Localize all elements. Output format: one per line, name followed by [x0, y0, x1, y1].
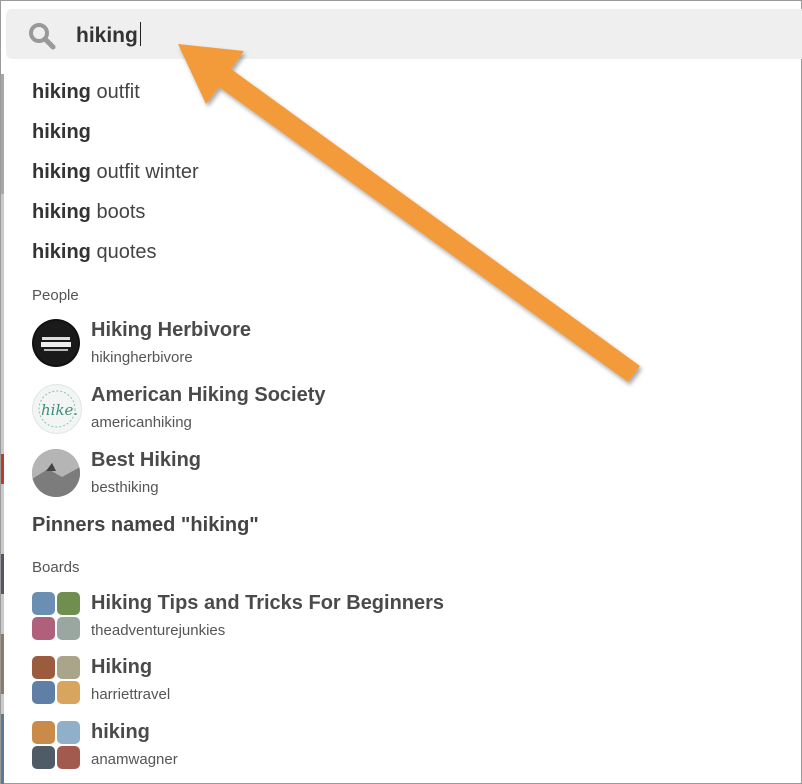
board-thumbnail-collage	[32, 592, 81, 641]
board-owner: harriettravel	[91, 686, 171, 703]
people-heading: People	[32, 287, 79, 304]
suggestion-item[interactable]: hiking outfit	[32, 81, 140, 104]
board-result[interactable]: Hiking Tips and Tricks For Beginners the…	[32, 592, 732, 642]
person-name: Best Hiking	[91, 449, 202, 471]
person-username: hikingherbivore	[91, 349, 193, 366]
suggestion-item[interactable]: hiking boots	[32, 201, 145, 224]
person-name: Hiking Herbivore	[91, 319, 252, 341]
board-owner: theadventurejunkies	[91, 622, 226, 639]
person-result[interactable]: Hiking Herbivore hikingherbivore	[32, 319, 732, 369]
board-result[interactable]: hiking anamwagner	[32, 721, 732, 771]
pinners-named-link[interactable]: Pinners named "hiking"	[32, 514, 259, 537]
person-username: besthiking	[91, 479, 159, 496]
svg-text:hike.: hike.	[41, 401, 78, 419]
avatar	[32, 319, 80, 367]
avatar	[32, 449, 80, 497]
board-result[interactable]: Hiking harriettravel	[32, 656, 732, 706]
suggestion-item[interactable]: hiking quotes	[32, 241, 157, 264]
search-input-value: hiking	[76, 24, 138, 47]
person-username: americanhiking	[91, 414, 192, 431]
suggestion-item[interactable]: hiking	[32, 121, 91, 144]
search-bar[interactable]: hiking	[6, 9, 802, 59]
board-thumbnail-collage	[32, 721, 81, 770]
person-result[interactable]: Best Hiking besthiking	[32, 449, 732, 499]
suggestion-item[interactable]: hiking outfit winter	[32, 161, 199, 184]
boards-heading: Boards	[32, 559, 80, 576]
board-name: Hiking	[91, 656, 153, 678]
background-page-edge	[1, 74, 4, 784]
search-input[interactable]: hiking	[76, 22, 141, 48]
board-name: Hiking Tips and Tricks For Beginners	[91, 592, 445, 614]
board-owner: anamwagner	[91, 751, 178, 768]
board-thumbnail-collage	[32, 656, 81, 705]
board-name: hiking	[91, 721, 150, 743]
search-suggestions-dropdown: hiking outfit hiking hiking outfit winte…	[8, 60, 800, 782]
person-result[interactable]: hike. American Hiking Society americanhi…	[32, 384, 732, 434]
text-caret	[139, 22, 141, 46]
search-icon	[29, 23, 56, 50]
avatar: hike.	[32, 384, 82, 434]
person-name: American Hiking Society	[91, 384, 326, 406]
